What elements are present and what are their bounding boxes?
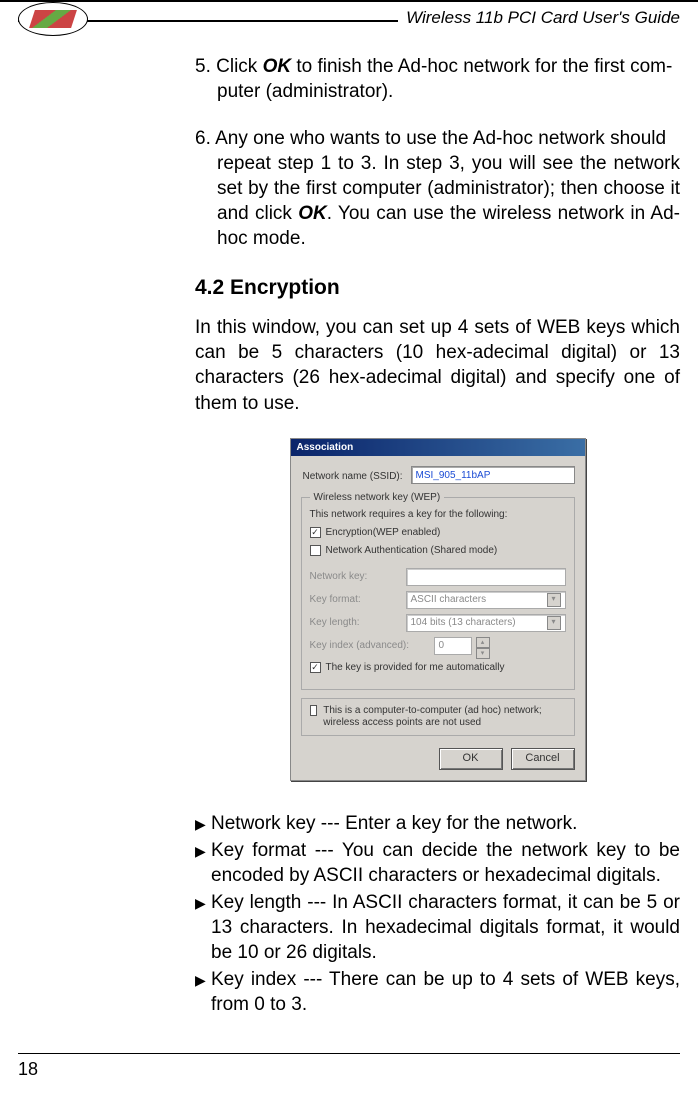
adhoc-checkbox[interactable] <box>310 705 318 716</box>
dialog-screenshot: Association Network name (SSID): MSI_905… <box>195 438 680 781</box>
step-5: 5. Click OK to finish the Ad-hoc network… <box>195 54 680 104</box>
bullet-3: Key length --- In ASCII characters forma… <box>211 890 680 965</box>
autokey-checkbox[interactable]: ✓ <box>310 662 321 673</box>
section-intro: In this window, you can set up 4 sets of… <box>195 315 680 415</box>
bullet-1: Network key --- Enter a key for the netw… <box>211 811 680 836</box>
keyindex-label: Key index (advanced): <box>310 639 430 652</box>
autokey-label: The key is provided for me automatically <box>326 661 505 674</box>
adhoc-label: This is a computer-to-computer (ad hoc) … <box>323 705 565 729</box>
keyindex-input[interactable]: 0 <box>434 637 472 655</box>
chevron-down-icon: ▾ <box>547 593 561 607</box>
keyindex-spinner[interactable]: ▴▾ <box>476 637 490 655</box>
bullet-list: ▶ Network key --- Enter a key for the ne… <box>195 811 680 1018</box>
header-title: Wireless 11b PCI Card User's Guide <box>398 8 680 28</box>
adhoc-box: This is a computer-to-computer (ad hoc) … <box>301 698 575 736</box>
keyformat-label: Key format: <box>310 593 402 606</box>
ok-emphasis-2: OK <box>298 203 327 224</box>
keylength-value: 104 bits (13 characters) <box>411 616 516 629</box>
auth-label: Network Authentication (Shared mode) <box>326 544 498 557</box>
netkey-input[interactable] <box>406 568 566 586</box>
encryption-label: Encryption(WEP enabled) <box>326 526 441 539</box>
ok-button[interactable]: OK <box>439 748 503 770</box>
auth-checkbox[interactable] <box>310 545 321 556</box>
step5-prefix: 5. Click <box>195 56 263 77</box>
keyformat-value: ASCII characters <box>411 593 487 606</box>
bullet-2: Key format --- You can decide the networ… <box>211 838 680 888</box>
page-number: 18 <box>18 1059 38 1080</box>
ssid-value: MSI_905_11bAP <box>416 469 491 482</box>
pci-card-icon <box>18 2 88 36</box>
footer-rule <box>18 1053 680 1055</box>
arrow-icon: ▶ <box>195 811 211 836</box>
page-content: 5. Click OK to finish the Ad-hoc network… <box>0 34 698 1017</box>
keyindex-value: 0 <box>439 639 445 652</box>
keylength-label: Key length: <box>310 616 402 629</box>
bullet-4: Key index --- There can be up to 4 sets … <box>211 967 680 1017</box>
dialog-titlebar: Association <box>291 439 585 456</box>
arrow-icon: ▶ <box>195 838 211 888</box>
ssid-input[interactable]: MSI_905_11bAP <box>411 466 575 484</box>
list-item: ▶ Key length --- In ASCII characters for… <box>195 890 680 965</box>
fieldset-legend: Wireless network key (WEP) <box>310 491 445 504</box>
cancel-button[interactable]: Cancel <box>511 748 575 770</box>
encryption-checkbox[interactable]: ✓ <box>310 527 321 538</box>
step-6: 6. Any one who wants to use the Ad-hoc n… <box>195 126 680 251</box>
arrow-icon: ▶ <box>195 967 211 1017</box>
netkey-label: Network key: <box>310 570 402 583</box>
list-item: ▶ Key format --- You can decide the netw… <box>195 838 680 888</box>
section-heading: 4.2 Encryption <box>195 274 680 302</box>
step6-part1: 6. Any one who wants to use the Ad-hoc n… <box>195 128 666 149</box>
arrow-icon: ▶ <box>195 890 211 965</box>
keylength-select[interactable]: 104 bits (13 characters) ▾ <box>406 614 566 632</box>
ssid-label: Network name (SSID): <box>303 470 403 483</box>
requires-text: This network requires a key for the foll… <box>310 508 566 521</box>
step5-rest: to finish the Ad-hoc network for the fir… <box>291 56 666 77</box>
chevron-down-icon: ▾ <box>547 616 561 630</box>
list-item: ▶ Network key --- Enter a key for the ne… <box>195 811 680 836</box>
page-header: Wireless 11b PCI Card User's Guide <box>0 0 698 34</box>
association-dialog: Association Network name (SSID): MSI_905… <box>290 438 586 781</box>
ok-emphasis: OK <box>263 56 292 77</box>
wep-fieldset: Wireless network key (WEP) This network … <box>301 497 575 690</box>
list-item: ▶ Key index --- There can be up to 4 set… <box>195 967 680 1017</box>
keyformat-select[interactable]: ASCII characters ▾ <box>406 591 566 609</box>
step5-line2: puter (administrator). <box>217 81 393 102</box>
